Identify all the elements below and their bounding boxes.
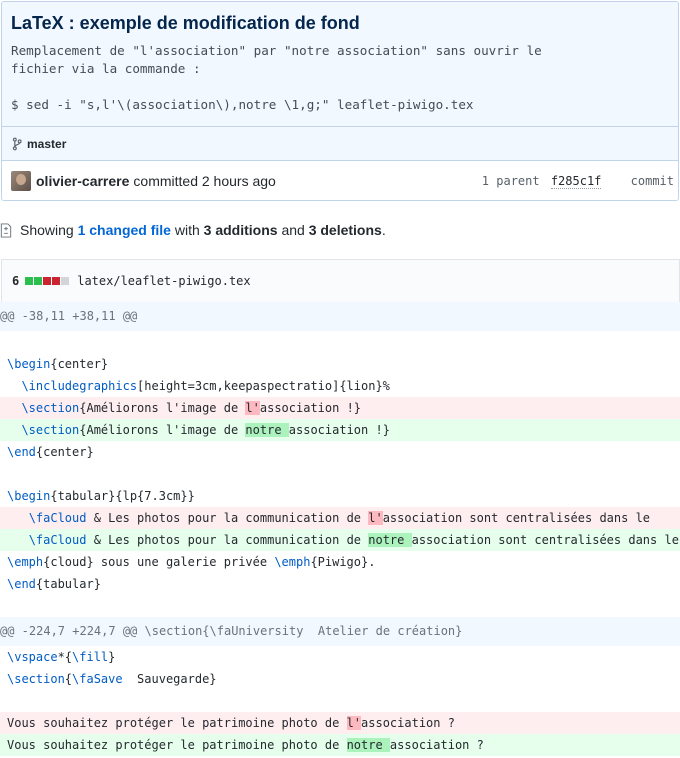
commit-meta: olivier-carrere committed 2 hours ago 1 … bbox=[2, 161, 678, 200]
git-branch-icon bbox=[12, 137, 22, 151]
line-text: {center} bbox=[35, 445, 94, 459]
line-text: association !} bbox=[259, 401, 362, 415]
diffstat-block-neutral bbox=[61, 277, 70, 285]
parent-count: 1 parent bbox=[481, 174, 540, 188]
showing-label: Showing bbox=[20, 222, 74, 238]
diffstat-block-added bbox=[34, 277, 43, 285]
diff-line-added: Vous souhaitez protéger le patrimoine ph… bbox=[0, 734, 680, 756]
latex-command: \faCloud bbox=[28, 533, 87, 547]
parent-sha-link[interactable]: f285c1f bbox=[550, 174, 602, 189]
commit-box: LaTeX : exemple de modification de fond … bbox=[1, 1, 679, 201]
latex-command: \fill bbox=[72, 650, 109, 664]
latex-command: \emph bbox=[274, 555, 311, 569]
period: . bbox=[381, 222, 386, 238]
line-text: } bbox=[108, 650, 116, 664]
line-text: association !} bbox=[288, 423, 390, 437]
branch-link[interactable]: master bbox=[27, 137, 66, 151]
commit-header: LaTeX : exemple de modification de fond … bbox=[2, 2, 678, 161]
diff-stat-count: 6 bbox=[12, 274, 20, 288]
diff-line-context: \end{tabular} bbox=[0, 573, 680, 595]
latex-command: \faCloud bbox=[28, 511, 87, 525]
diff-line-deleted: \section{Améliorons l'image de l'associa… bbox=[0, 397, 680, 419]
diff-line-context: \begin{tabular}{lp{7.3cm}} bbox=[0, 485, 680, 507]
line-text: association ? bbox=[389, 738, 484, 752]
and-label: and bbox=[281, 222, 305, 238]
line-text: & Les photos pour la communication de bbox=[86, 511, 369, 525]
additions-count: 3 additions bbox=[203, 222, 278, 238]
diff-stat-blocks bbox=[25, 277, 70, 285]
diff-line-deleted: \faCloud & Les photos pour la communicat… bbox=[0, 507, 680, 529]
line-text: association ? bbox=[361, 716, 455, 730]
latex-command: \emph bbox=[7, 555, 44, 569]
hunk-header[interactable]: @@ -38,11 +38,11 @@ bbox=[0, 302, 680, 331]
line-text: [height=3cm,keepaspectratio]{lion}% bbox=[137, 379, 390, 393]
diffstat-block-added bbox=[25, 277, 34, 285]
changed-files-link[interactable]: 1 changed file bbox=[78, 222, 171, 238]
deletions-count: 3 deletions bbox=[308, 222, 382, 238]
line-text: association sont centralisées dans le bbox=[382, 511, 651, 525]
commit-time: committed 2 hours ago bbox=[133, 173, 276, 189]
latex-command: \vspace bbox=[7, 650, 58, 664]
diffstat-block-deleted bbox=[43, 277, 52, 285]
deleted-word: l' bbox=[346, 716, 362, 730]
latex-command: \faSave bbox=[72, 672, 123, 686]
latex-command: \begin bbox=[7, 357, 51, 371]
file-path-link[interactable]: latex/leaflet-piwigo.tex bbox=[77, 274, 250, 288]
line-text: association sont centralisées dans le bbox=[411, 533, 679, 547]
diff-line-added: \faCloud & Les photos pour la communicat… bbox=[0, 529, 680, 551]
file-header: 6 latex/leaflet-piwigo.tex bbox=[1, 259, 680, 302]
hunk-header[interactable]: @@ -224,7 +224,7 @@ \section{\faUniversi… bbox=[0, 617, 680, 646]
diff-line-context: \section{\faSave Sauvegarde} bbox=[0, 668, 680, 690]
with-label: with bbox=[174, 222, 200, 238]
latex-command: \section bbox=[21, 423, 80, 437]
commit-description: Remplacement de "l'association" par "not… bbox=[11, 43, 542, 112]
latex-command: \begin bbox=[7, 489, 51, 503]
diff-line-context: \includegraphics[height=3cm,keepaspectra… bbox=[0, 375, 680, 397]
added-word: notre bbox=[368, 533, 412, 547]
diff-line-context: \end{center} bbox=[0, 441, 680, 463]
line-text: *{ bbox=[57, 650, 73, 664]
latex-command: \end bbox=[7, 445, 36, 459]
commit-sha-label: commit bbox=[630, 174, 674, 188]
avatar[interactable] bbox=[11, 171, 31, 191]
line-text: {tabular} bbox=[35, 577, 101, 591]
line-text: & Les photos pour la communication de bbox=[86, 533, 369, 547]
diff-line-added: \section{Améliorons l'image de notre ass… bbox=[0, 419, 680, 441]
branch-bar: master bbox=[2, 126, 678, 161]
line-text: {Améliorons l'image de bbox=[79, 423, 246, 437]
diffstat-block-deleted bbox=[52, 277, 61, 285]
line-text: Vous souhaitez protéger le patrimoine ph… bbox=[7, 738, 347, 752]
latex-command: \section bbox=[21, 401, 80, 415]
added-word: notre bbox=[346, 738, 390, 752]
author-link[interactable]: olivier-carrere bbox=[36, 173, 129, 189]
added-word: notre bbox=[245, 423, 289, 437]
latex-command: \includegraphics bbox=[21, 379, 138, 393]
diff-line-context: \vspace*{\fill} bbox=[0, 646, 680, 668]
line-text: {Piwigo}. bbox=[310, 555, 376, 569]
diff-line-context: \begin{center} bbox=[0, 353, 680, 375]
line-text: Vous souhaitez protéger le patrimoine ph… bbox=[7, 716, 347, 730]
deleted-word: l' bbox=[245, 401, 260, 415]
line-text: {cloud} sous une galerie privée bbox=[43, 555, 275, 569]
diff-line-context: \emph{cloud} sous une galerie privée \em… bbox=[0, 551, 680, 573]
deleted-word: l' bbox=[368, 511, 383, 525]
line-text: {center} bbox=[50, 357, 109, 371]
line-text: {Améliorons l'image de bbox=[79, 401, 246, 415]
line-text: {tabular}{lp{7.3cm}} bbox=[50, 489, 195, 503]
diff-summary: Showing 1 changed file with 3 additions … bbox=[0, 219, 386, 241]
line-text: Sauvegarde} bbox=[122, 672, 217, 686]
file-diff-icon bbox=[0, 222, 12, 238]
diff-line-deleted: Vous souhaitez protéger le patrimoine ph… bbox=[0, 712, 680, 734]
latex-command: \end bbox=[7, 577, 36, 591]
diff-body: @@ -38,11 +38,11 @@ \begin{center} \incl… bbox=[0, 302, 680, 756]
commit-title: LaTeX : exemple de modification de fond bbox=[11, 13, 360, 33]
latex-command: \section bbox=[7, 672, 65, 686]
commit-refs: 1 parent f285c1f commit bbox=[481, 174, 674, 189]
line-text: { bbox=[64, 672, 73, 686]
